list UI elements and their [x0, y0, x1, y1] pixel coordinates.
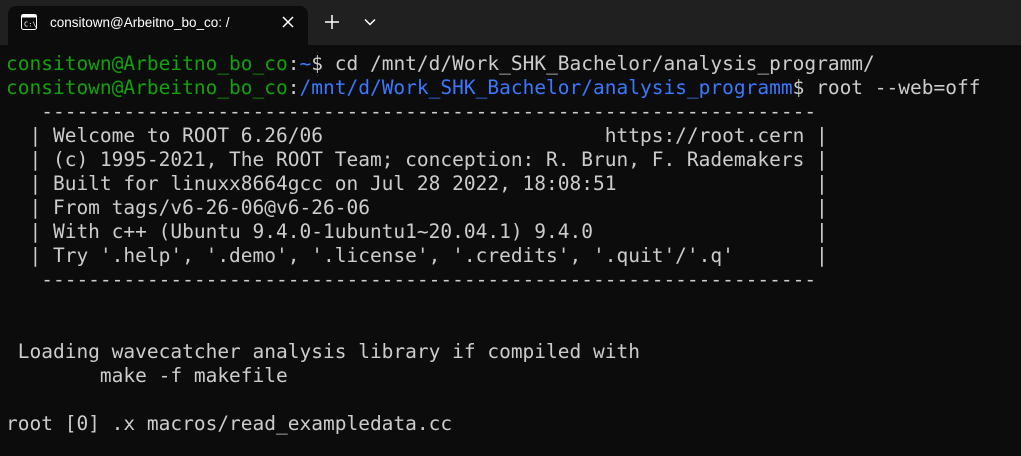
close-icon[interactable] [278, 12, 298, 32]
svg-text:C:\: C:\ [24, 21, 37, 29]
tab-title: consitown@Arbeitno_bo_co: / [50, 15, 230, 30]
banner-top-border: ----------------------------------------… [6, 100, 817, 123]
terminal-output[interactable]: consitown@Arbeitno_bo_co:~$ cd /mnt/d/Wo… [6, 52, 1016, 452]
prompt-separator: : [287, 76, 300, 99]
banner-bottom-border: ----------------------------------------… [6, 268, 817, 291]
command-line-root: consitown@Arbeitno_bo_co:/mnt/d/Work_SHK… [6, 76, 980, 100]
tab-dropdown-button[interactable] [356, 8, 384, 36]
root-prompt: root [0] .x macros/read_exampledata.cc [6, 412, 453, 435]
loading-message: Loading wavecatcher analysis library if … [6, 340, 640, 363]
command-text: $ cd /mnt/d/Work_SHK_Bachelor/analysis_p… [311, 52, 875, 75]
loading-command: make -f makefile [6, 364, 288, 387]
tab-terminal[interactable]: C:\ consitown@Arbeitno_bo_co: / [8, 6, 308, 45]
banner-line: | From tags/v6-26-06@v6-26-06 | [6, 196, 828, 219]
prompt-user: consitown@Arbeitno_bo_co [6, 52, 288, 75]
terminal-icon: C:\ [21, 14, 37, 30]
new-tab-button[interactable] [318, 8, 346, 36]
command-line-cd: consitown@Arbeitno_bo_co:~$ cd /mnt/d/Wo… [6, 52, 875, 76]
banner-line: | (c) 1995-2021, The ROOT Team; concepti… [6, 148, 828, 171]
banner-line: | Welcome to ROOT 6.26/06 https://root.c… [6, 124, 828, 147]
prompt-path: /mnt/d/Work_SHK_Bachelor/analysis_progra… [299, 76, 793, 99]
plus-icon [325, 15, 339, 29]
command-text: $ root --web=off [792, 76, 981, 99]
terminal-window: C:\ consitown@Arbeitno_bo_co: / consitow… [0, 0, 1021, 456]
prompt-user: consitown@Arbeitno_bo_co [6, 76, 288, 99]
banner-line: | Built for linuxx8664gcc on Jul 28 2022… [6, 172, 828, 195]
prompt-separator: : [287, 52, 300, 75]
chevron-down-icon [364, 18, 376, 26]
tab-bar: C:\ consitown@Arbeitno_bo_co: / [0, 0, 1021, 45]
banner-line: | With c++ (Ubuntu 9.4.0-1ubuntu1~20.04.… [6, 220, 828, 243]
prompt-path: ~ [299, 52, 312, 75]
banner-line: | Try '.help', '.demo', '.license', '.cr… [6, 244, 828, 267]
